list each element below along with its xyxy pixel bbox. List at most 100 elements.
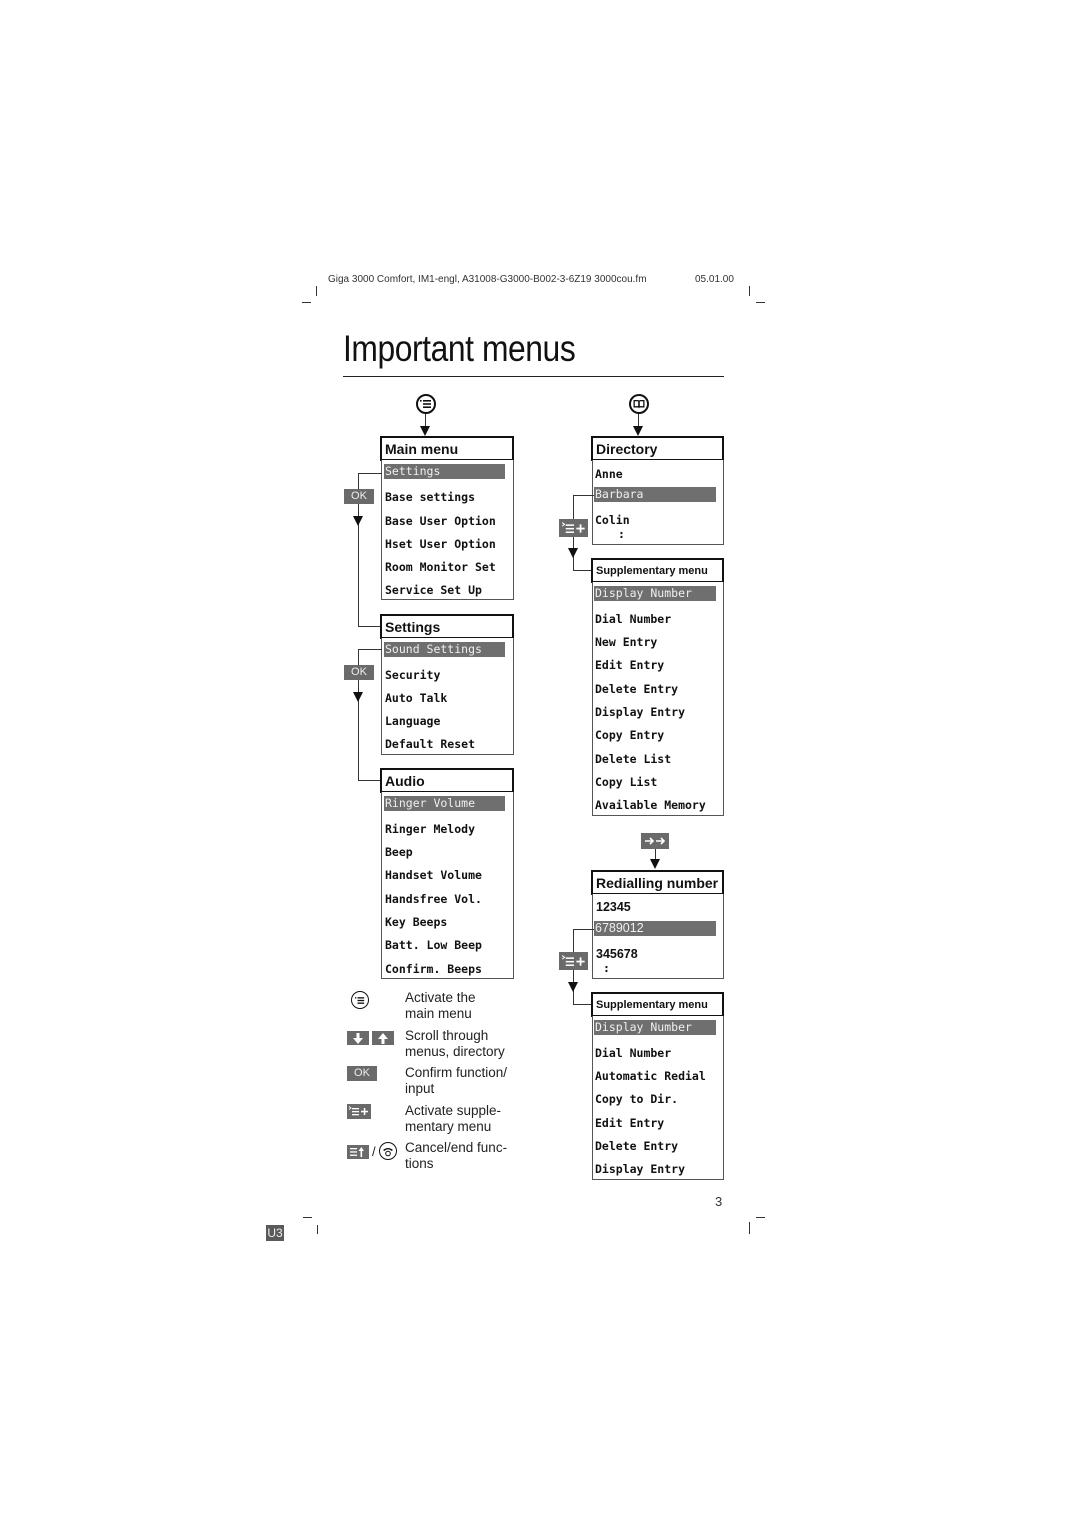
supplementary-menu-key-icon[interactable]: [559, 519, 588, 537]
audio-menu-item[interactable]: Batt. Low Beep: [385, 938, 482, 952]
audio-menu-item[interactable]: Key Beeps: [385, 915, 447, 929]
supplementary-item[interactable]: Delete Entry: [595, 1139, 678, 1153]
page-tag: U3: [266, 1225, 284, 1241]
crop-mark: [749, 1222, 750, 1234]
audio-menu-item-selected[interactable]: Ringer Volume: [384, 796, 505, 811]
redial-more: :: [603, 961, 610, 975]
supplementary-item[interactable]: Copy List: [595, 775, 657, 789]
arrow-down-icon: [353, 692, 363, 702]
title-rule: [343, 376, 724, 377]
redial-entry[interactable]: 12345: [596, 900, 631, 914]
supplementary-item[interactable]: New Entry: [595, 635, 657, 649]
directory-entry[interactable]: Anne: [595, 467, 623, 481]
supplementary-item[interactable]: Edit Entry: [595, 1116, 664, 1130]
legend-text: Confirm function/ input: [405, 1065, 507, 1097]
main-menu-item[interactable]: Hset User Option: [385, 537, 496, 551]
page-number: 3: [715, 1194, 723, 1209]
arrow-down-icon: [353, 516, 363, 526]
main-menu-item[interactable]: Room Monitor Set: [385, 560, 496, 574]
redial-entry[interactable]: 345678: [596, 947, 638, 961]
connector-line: [573, 1004, 591, 1005]
legend-line: main menu: [405, 1006, 472, 1021]
legend-line: tions: [405, 1156, 434, 1171]
connector-line: [573, 570, 591, 571]
legend-line: mentary menu: [405, 1119, 492, 1134]
supplementary-item[interactable]: Display Entry: [595, 1162, 685, 1176]
ok-key[interactable]: OK: [344, 665, 374, 680]
crop-mark: [756, 302, 765, 303]
connector-line: [573, 929, 594, 930]
supplementary-item[interactable]: Dial Number: [595, 612, 671, 626]
supplementary-item[interactable]: Display Entry: [595, 705, 685, 719]
legend-line: menus, directory: [405, 1044, 505, 1059]
supplementary-item-selected[interactable]: Display Number: [594, 1020, 716, 1035]
audio-menu-item[interactable]: Handset Volume: [385, 868, 482, 882]
main-menu-item-selected[interactable]: Settings: [384, 464, 505, 479]
directory-title: Directory: [591, 436, 724, 461]
legend-text: Activate the main menu: [405, 990, 476, 1022]
supplementary-item[interactable]: Delete Entry: [595, 682, 678, 696]
supplementary-menu-key-icon[interactable]: [559, 952, 588, 970]
scroll-down-key-icon: [347, 1031, 369, 1045]
main-menu-item[interactable]: Base User Option: [385, 514, 496, 528]
redial-entry-selected[interactable]: 6789012: [594, 921, 716, 936]
main-menu-item[interactable]: Base settings: [385, 490, 475, 504]
settings-menu-item[interactable]: Security: [385, 668, 440, 682]
connector-line: [638, 414, 639, 426]
supplementary-item[interactable]: Available Memory: [595, 798, 706, 812]
connector-line: [358, 626, 380, 627]
redial-list-title: Redialling number: [591, 870, 724, 895]
ok-key-icon: OK: [347, 1066, 377, 1081]
main-menu-list: [381, 460, 514, 600]
arrow-down-icon: [568, 982, 578, 992]
settings-menu-title: Settings: [380, 614, 514, 639]
audio-menu-item[interactable]: Handsfree Vol.: [385, 892, 482, 906]
menu-key-icon[interactable]: [416, 394, 436, 414]
legend-text: Scroll through menus, directory: [405, 1028, 505, 1060]
page-title: Important menus: [343, 328, 576, 369]
legend-line: Cancel/end func-: [405, 1140, 508, 1155]
settings-menu-item-selected[interactable]: Sound Settings: [384, 642, 505, 657]
arrow-down-icon: [650, 859, 660, 869]
directory-entry-selected[interactable]: Barbara: [594, 487, 716, 502]
crop-mark: [756, 1217, 765, 1218]
directory-entry[interactable]: Colin: [595, 513, 630, 527]
supplementary-item[interactable]: Dial Number: [595, 1046, 671, 1060]
crop-mark: [316, 286, 317, 296]
end-call-key-icon: [379, 1142, 397, 1160]
arrow-down-icon: [633, 426, 643, 436]
redial-key-icon[interactable]: [641, 833, 669, 849]
supplementary-item[interactable]: Copy to Dir.: [595, 1092, 678, 1106]
audio-menu-item[interactable]: Confirm. Beeps: [385, 962, 482, 976]
main-menu-title: Main menu: [380, 436, 514, 461]
settings-menu-item[interactable]: Auto Talk: [385, 691, 447, 705]
legend-line: Scroll through: [405, 1028, 489, 1043]
settings-menu-item[interactable]: Language: [385, 714, 440, 728]
legend-separator: /: [372, 1144, 376, 1159]
crop-mark: [303, 1217, 312, 1218]
audio-menu-item[interactable]: Beep: [385, 845, 413, 859]
settings-menu-item[interactable]: Default Reset: [385, 737, 475, 751]
supplementary-menu-key-icon: [347, 1104, 371, 1119]
connector-line: [358, 780, 380, 781]
legend-line: Activate the: [405, 990, 476, 1005]
supplementary-item-selected[interactable]: Display Number: [594, 586, 716, 601]
supplementary-item[interactable]: Edit Entry: [595, 658, 664, 672]
supplementary-item[interactable]: Automatic Redial: [595, 1069, 706, 1083]
connector-line: [358, 649, 382, 650]
supplementary-item[interactable]: Delete List: [595, 752, 671, 766]
legend-line: input: [405, 1081, 435, 1096]
main-menu-item[interactable]: Service Set Up: [385, 583, 482, 597]
connector-line: [425, 414, 426, 426]
crop-mark: [749, 286, 750, 296]
supplementary-item[interactable]: Copy Entry: [595, 728, 664, 742]
directory-key-icon[interactable]: [629, 394, 649, 414]
ok-key[interactable]: OK: [344, 489, 374, 504]
arrow-down-icon: [420, 426, 430, 436]
crop-mark: [302, 302, 311, 303]
menu-key-icon: [351, 991, 369, 1009]
arrow-down-icon: [568, 548, 578, 558]
directory-supplementary-title: Supplementary menu: [591, 558, 724, 583]
crop-mark: [317, 1225, 318, 1234]
audio-menu-item[interactable]: Ringer Melody: [385, 822, 475, 836]
